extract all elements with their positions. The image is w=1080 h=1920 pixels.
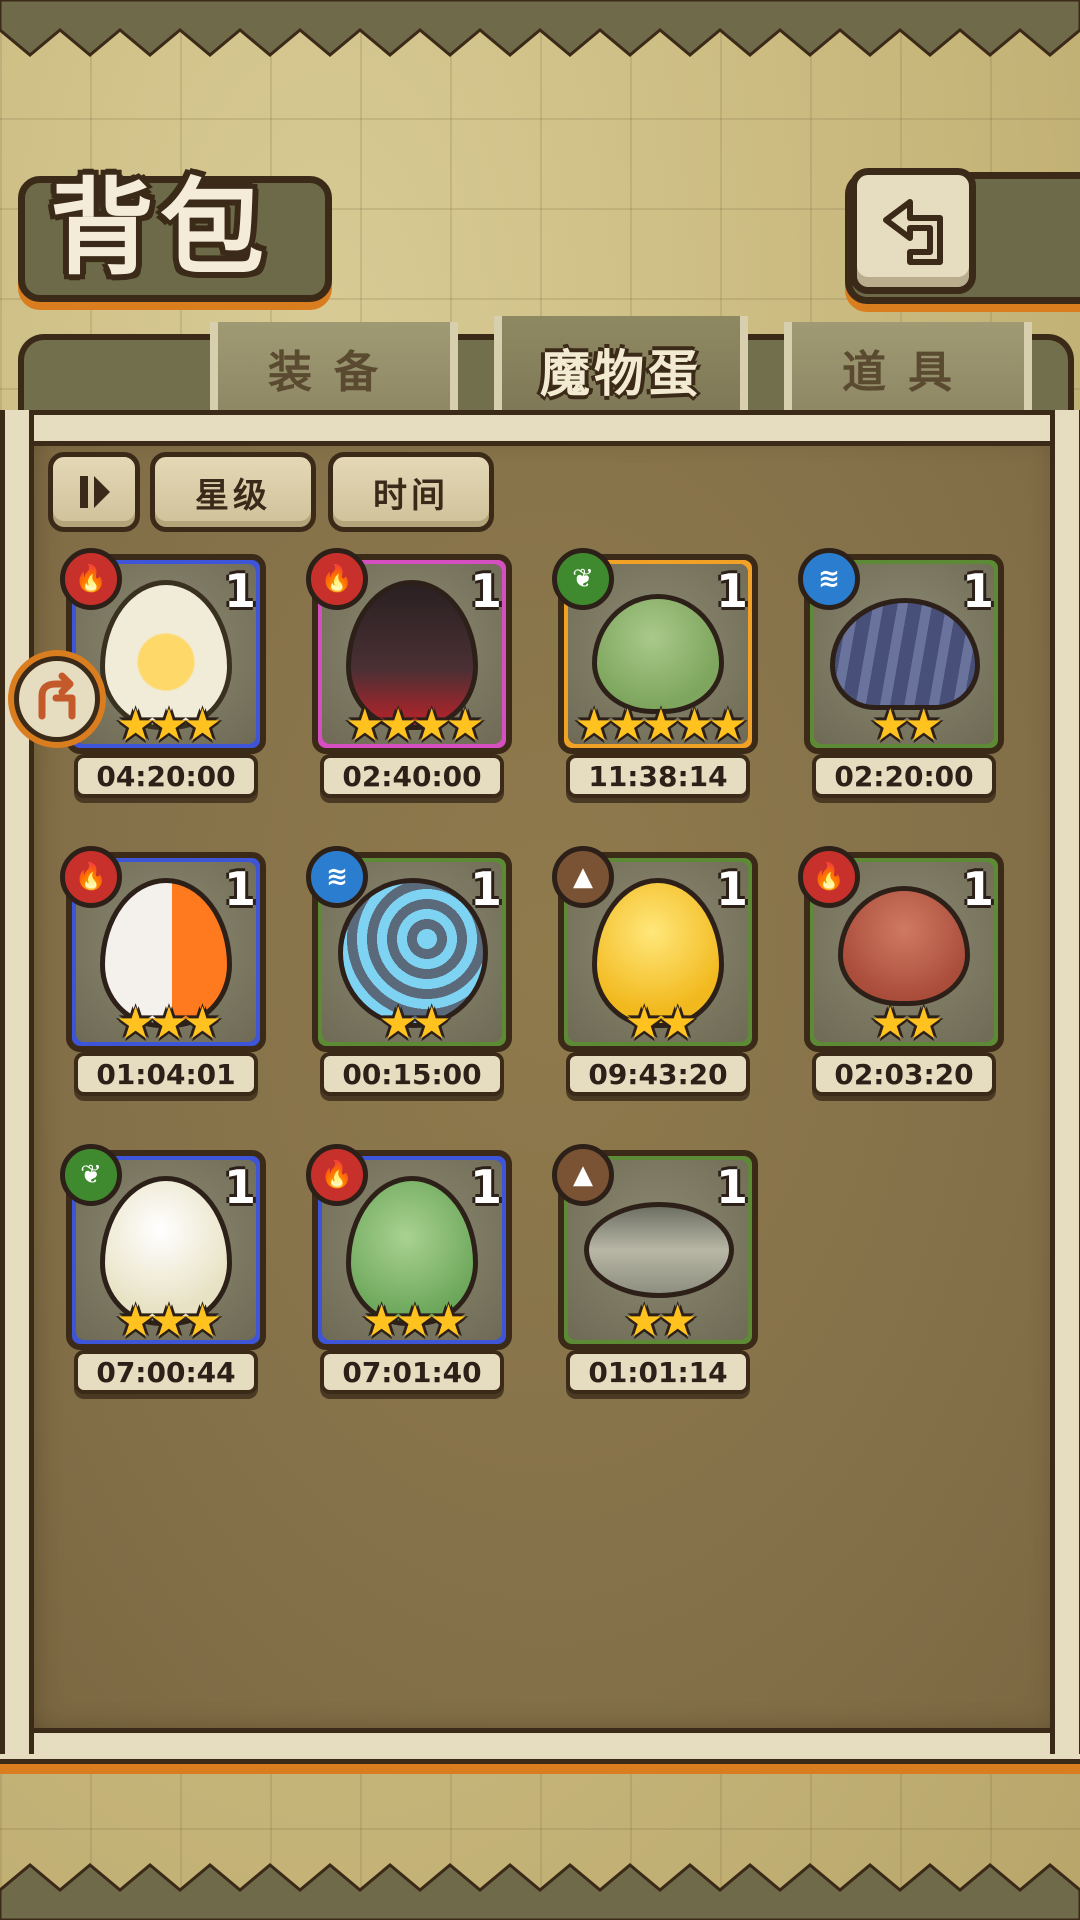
egg-card[interactable]: ▲ 1 ★★ 01:01:14: [552, 1144, 764, 1396]
star-rating: ★★★★: [345, 700, 485, 751]
star-rating: ★★★: [115, 1296, 222, 1347]
page-title: 背包: [50, 166, 271, 289]
hatch-timer: 01:04:01: [74, 1052, 258, 1096]
hatch-timer: 07:00:44: [74, 1350, 258, 1394]
hatch-timer: 02:20:00: [812, 754, 996, 798]
fire-element-icon: 🔥: [60, 846, 122, 908]
back-button[interactable]: [850, 168, 976, 294]
return-arrow-icon: [883, 199, 943, 265]
egg-card[interactable]: ❦ 1 ★★★★★ 11:38:14: [552, 548, 764, 800]
tab-equipment[interactable]: 装备: [210, 322, 458, 414]
hatch-timer: 07:01:40: [320, 1350, 504, 1394]
hatch-timer: 04:20:00: [74, 754, 258, 798]
sort-by-time-button[interactable]: 时间: [328, 452, 494, 532]
egg-count: 1: [715, 1160, 748, 1214]
egg-card[interactable]: 🔥 1 ★★★ 07:01:40: [306, 1144, 518, 1396]
tab-label: 魔物蛋: [540, 345, 702, 403]
star-rating: ★★: [378, 998, 452, 1049]
curved-arrow-icon: [38, 672, 76, 720]
egg-card[interactable]: ▲ 1 ★★ 09:43:20: [552, 846, 764, 1098]
hatch-timer: 11:38:14: [566, 754, 750, 798]
egg-count: 1: [715, 564, 748, 618]
star-rating: ★★★★★: [574, 700, 747, 751]
egg-count: 1: [715, 862, 748, 916]
egg-card[interactable]: 🔥 1 ★★★★ 02:40:00: [306, 548, 518, 800]
star-rating: ★★: [624, 998, 698, 1049]
egg-count: 1: [961, 862, 994, 916]
egg-card[interactable]: ≋ 1 ★★ 00:15:00: [306, 846, 518, 1098]
egg-card[interactable]: 🔥 1 ★★ 02:03:20: [798, 846, 1010, 1098]
egg-image: [584, 1202, 734, 1298]
tab-items[interactable]: 道具: [784, 322, 1032, 414]
water-element-icon: ≋: [798, 548, 860, 610]
hatch-timer: 09:43:20: [566, 1052, 750, 1096]
tab-label: 装备: [268, 347, 400, 398]
fire-element-icon: 🔥: [798, 846, 860, 908]
sort-label: 时间: [373, 475, 449, 516]
sort-by-star-button[interactable]: 星级: [150, 452, 316, 532]
hatch-timer: 02:03:20: [812, 1052, 996, 1096]
sort-toggle-button[interactable]: [48, 452, 140, 532]
fire-element-icon: 🔥: [60, 548, 122, 610]
star-rating: ★★: [870, 998, 944, 1049]
hatch-timer: 00:15:00: [320, 1052, 504, 1096]
grass-element-icon: ❦: [552, 548, 614, 610]
star-rating: ★★★: [361, 1296, 468, 1347]
fire-element-icon: 🔥: [306, 1144, 368, 1206]
panel-rail-bottom: [0, 1728, 1080, 1764]
egg-count: 1: [469, 862, 502, 916]
sort-label: 星级: [195, 475, 271, 516]
star-rating: ★★: [870, 700, 944, 751]
tab-label: 道具: [842, 347, 974, 398]
panel-rail-left: [0, 410, 34, 1754]
bottom-border: [0, 1863, 1080, 1920]
egg-card[interactable]: ❦ 1 ★★★ 07:00:44: [60, 1144, 272, 1396]
egg-count: 1: [223, 1160, 256, 1214]
panel-rail-right: [1050, 410, 1080, 1754]
egg-count: 1: [223, 564, 256, 618]
egg-card[interactable]: 🔥 1 ★★★ 01:04:01: [60, 846, 272, 1098]
side-action-button[interactable]: [14, 656, 100, 742]
hatch-timer: 02:40:00: [320, 754, 504, 798]
sort-toggle-icon: [80, 476, 110, 508]
egg-count: 1: [469, 564, 502, 618]
earth-element-icon: ▲: [552, 1144, 614, 1206]
egg-card[interactable]: ≋ 1 ★★ 02:20:00: [798, 548, 1010, 800]
top-border: [0, 0, 1080, 57]
tab-monster-eggs[interactable]: 魔物蛋: [494, 316, 748, 424]
egg-count: 1: [223, 862, 256, 916]
egg-count: 1: [961, 564, 994, 618]
earth-element-icon: ▲: [552, 846, 614, 908]
fire-element-icon: 🔥: [306, 548, 368, 610]
star-rating: ★★: [624, 1296, 698, 1347]
water-element-icon: ≋: [306, 846, 368, 908]
star-rating: ★★★: [115, 998, 222, 1049]
panel-rail-top: [0, 410, 1080, 446]
grass-element-icon: ❦: [60, 1144, 122, 1206]
hatch-timer: 01:01:14: [566, 1350, 750, 1394]
egg-count: 1: [469, 1160, 502, 1214]
